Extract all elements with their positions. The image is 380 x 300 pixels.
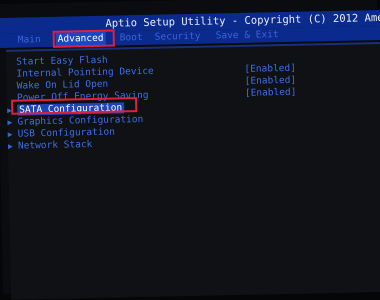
setting-label: Network Stack [17,139,93,152]
setting-value[interactable]: [Enabled] [245,87,297,99]
setting-label: Wake On Lid Open [16,78,109,92]
advanced-highlight-box [52,29,115,48]
setting-value[interactable]: [Enabled] [244,63,296,75]
menu-main[interactable]: Main [18,33,41,47]
right-triangle-icon: ▶ [7,129,13,139]
bios-screen: Aptio Setup Utility - Copyright (C) 2012… [0,0,380,300]
right-triangle-icon: ▶ [7,117,13,127]
setting-value[interactable]: [Enabled] [245,75,297,87]
menu-save-exit[interactable]: Save & Exit [216,28,279,43]
menu-security[interactable]: Security [155,30,201,45]
setting-label: USB Configuration [17,126,116,140]
setting-label: Start Easy Flash [16,54,108,68]
right-triangle-icon: ▶ [7,141,13,151]
settings-panel: Start Easy Flash Internal Pointing Devic… [5,41,380,300]
sata-highlight-box [11,97,138,115]
menu-boot[interactable]: Boot [120,31,143,45]
